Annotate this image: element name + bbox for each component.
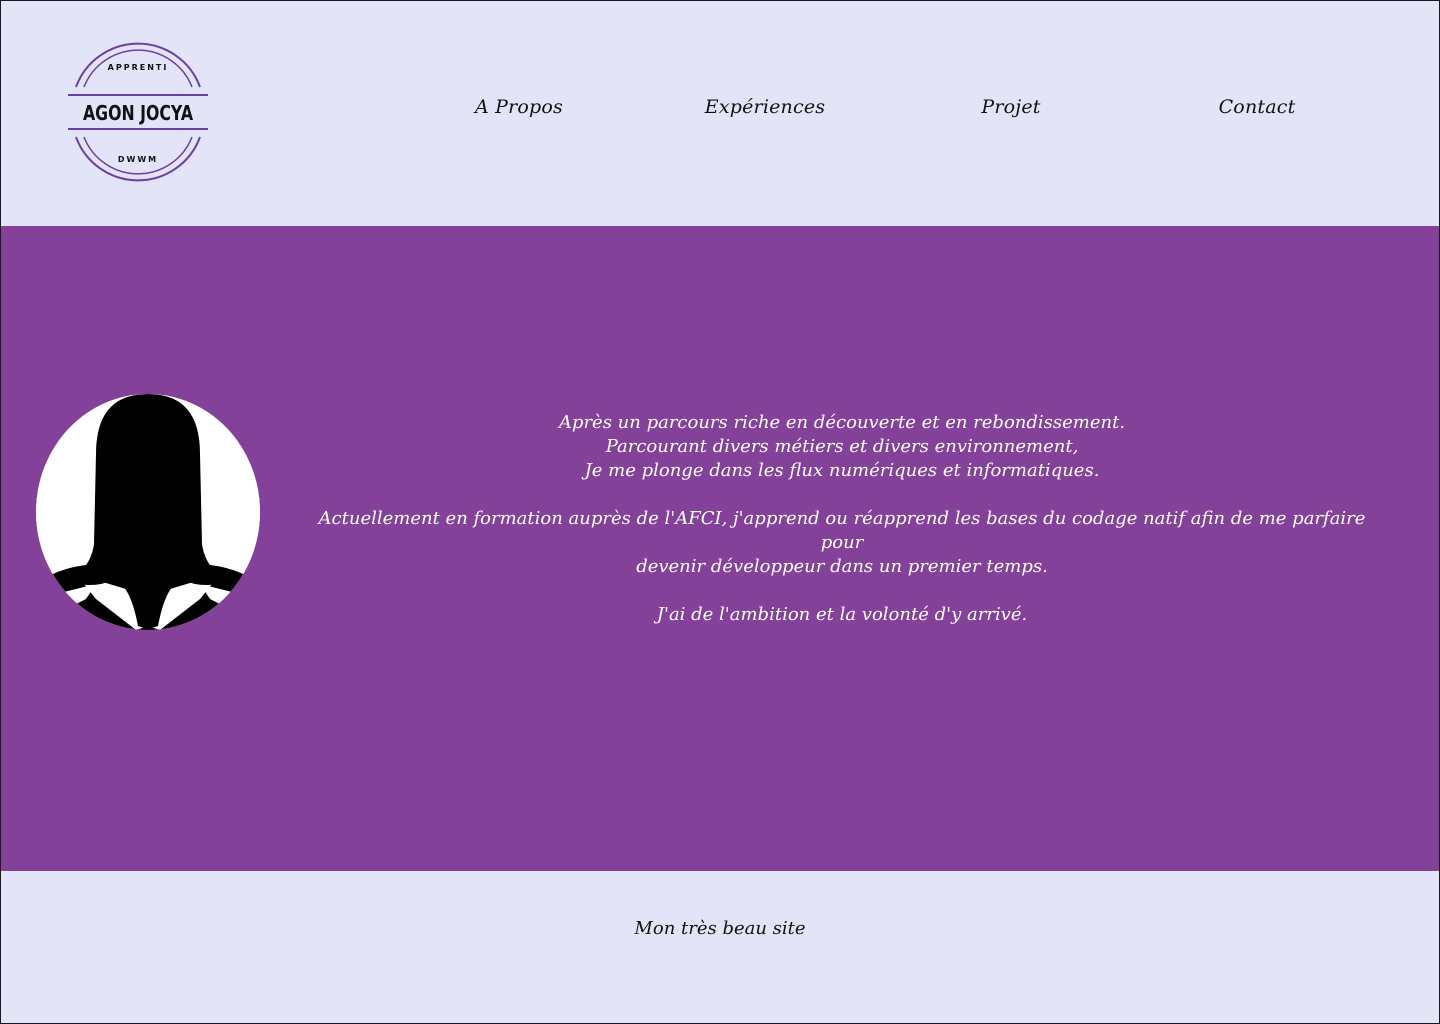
about-section: Après un parcours riche en découverte et… bbox=[0, 226, 1440, 871]
bio-text: Après un parcours riche en découverte et… bbox=[300, 411, 1384, 627]
logo-top-text: APPRENTI bbox=[108, 63, 169, 72]
bio-line: Je me plonge dans les flux numériques et… bbox=[584, 460, 1100, 481]
bio-line: devenir développeur dans un premier temp… bbox=[636, 556, 1048, 577]
nav-experiences[interactable]: Expériences bbox=[642, 96, 888, 128]
logo-bottom-text: DWWM bbox=[118, 155, 158, 164]
avatar bbox=[36, 394, 260, 630]
logo-name: AGON JOCYA bbox=[83, 101, 193, 125]
site-header: APPRENTI AGON JOCYA DWWM A Propos Expéri… bbox=[0, 0, 1440, 226]
bio-line: Après un parcours riche en découverte et… bbox=[558, 412, 1126, 433]
logo[interactable]: APPRENTI AGON JOCYA DWWM bbox=[66, 42, 210, 182]
bio-line: Actuellement en formation auprès de l'AF… bbox=[318, 508, 1366, 553]
footer-text: Mon très beau site bbox=[634, 918, 806, 939]
site-footer: Mon très beau site bbox=[0, 871, 1440, 1024]
female-silhouette-icon bbox=[36, 394, 260, 630]
bio-line: Parcourant divers métiers et divers envi… bbox=[605, 436, 1079, 457]
bio-line: J'ai de l'ambition et la volonté d'y arr… bbox=[656, 604, 1028, 625]
nav-project[interactable]: Projet bbox=[888, 96, 1134, 128]
nav-about[interactable]: A Propos bbox=[396, 96, 642, 128]
main-nav: A Propos Expériences Projet Contact bbox=[396, 96, 1380, 128]
nav-contact[interactable]: Contact bbox=[1134, 96, 1380, 128]
